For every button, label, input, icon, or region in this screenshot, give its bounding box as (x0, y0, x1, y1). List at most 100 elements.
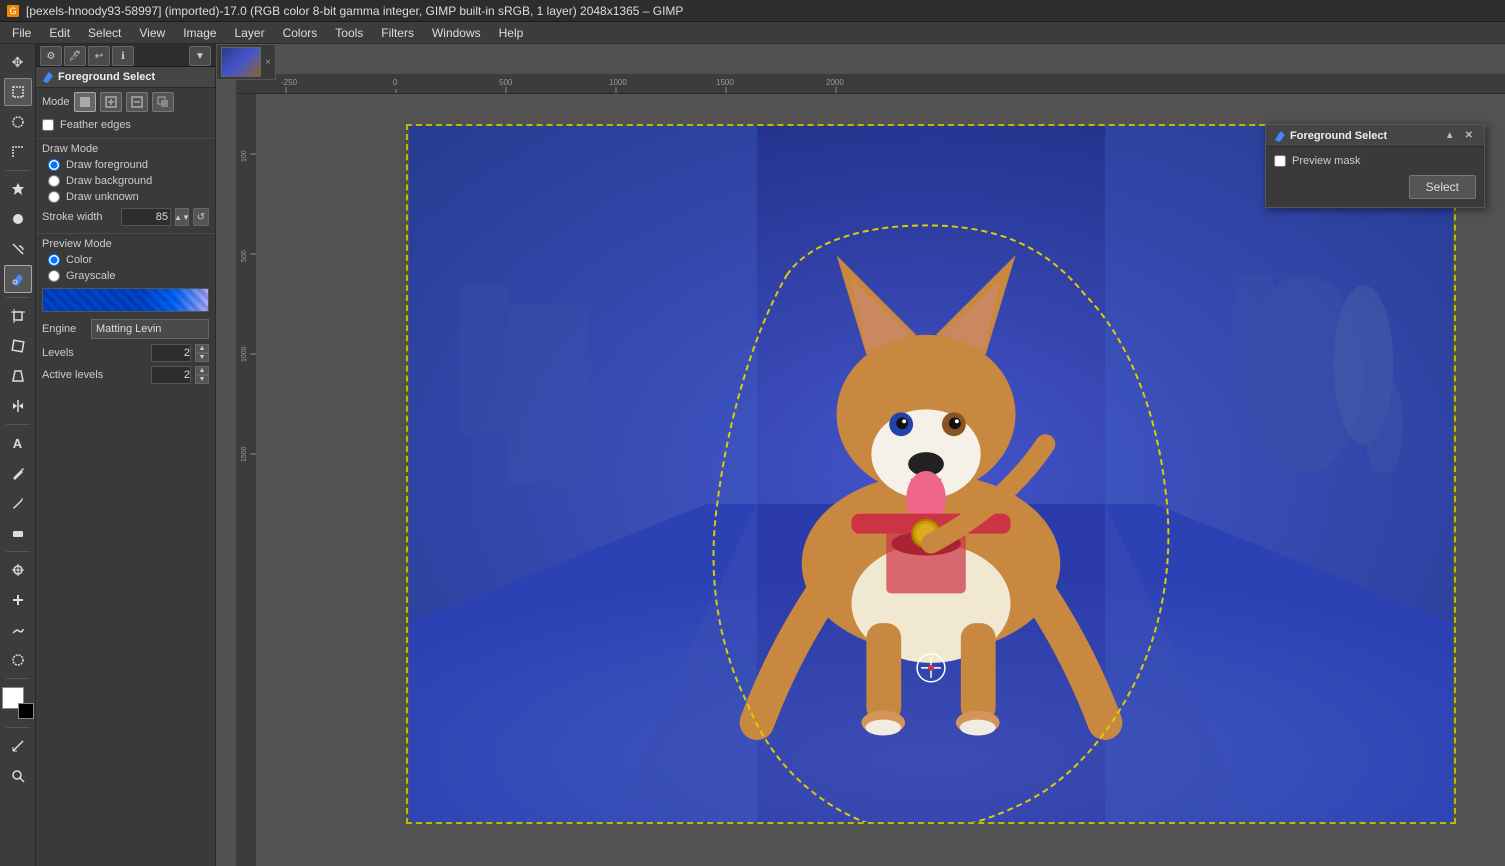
mode-replace-btn[interactable] (74, 92, 96, 112)
select-button[interactable]: Select (1409, 175, 1476, 199)
transform-tool[interactable] (4, 332, 32, 360)
levels-down-btn[interactable]: ▼ (195, 353, 209, 362)
mode-intersect-btn[interactable] (152, 92, 174, 112)
undo-history-icon[interactable]: ↩ (88, 46, 110, 66)
blur-tool[interactable] (4, 646, 32, 674)
canvas-area[interactable]: 100 500 1000 1500 (236, 94, 1505, 866)
draw-unknown-row: Draw unknown (36, 189, 215, 205)
ellipse-select-tool[interactable] (4, 108, 32, 136)
mode-add-btn[interactable] (100, 92, 122, 112)
mode-row: Mode (36, 88, 215, 116)
feather-edges-checkbox[interactable] (42, 119, 54, 131)
svg-text:0: 0 (393, 78, 398, 87)
zoom-tool[interactable] (4, 762, 32, 790)
separator-1 (6, 170, 30, 171)
paint-tool[interactable] (4, 459, 32, 487)
preview-mask-label[interactable]: Preview mask (1292, 155, 1360, 167)
active-levels-down-btn[interactable]: ▼ (195, 375, 209, 384)
move-tool[interactable]: ✥ (4, 48, 32, 76)
device-status-icon[interactable]: 🖊 (64, 46, 86, 66)
preview-color-label[interactable]: Color (66, 254, 92, 266)
active-levels-input[interactable] (151, 366, 191, 384)
menu-edit[interactable]: Edit (41, 24, 78, 42)
smudge-tool[interactable] (4, 616, 32, 644)
mode-subtract-btn[interactable] (126, 92, 148, 112)
draw-background-row: Draw background (36, 173, 215, 189)
rect-select-tool[interactable] (4, 78, 32, 106)
tool-options-icon[interactable]: ⚙ (40, 46, 62, 66)
scissors-select-tool[interactable] (4, 235, 32, 263)
free-select-tool[interactable] (4, 138, 32, 166)
menu-colors[interactable]: Colors (275, 24, 326, 42)
erase-tool[interactable] (4, 519, 32, 547)
draw-unknown-label[interactable]: Draw unknown (66, 191, 139, 203)
active-levels-up-btn[interactable]: ▲ (195, 366, 209, 375)
active-levels-spinner[interactable]: ▲ ▼ (195, 366, 209, 384)
separator-5 (6, 678, 30, 679)
measure-tool[interactable] (4, 732, 32, 760)
preview-strip (42, 288, 209, 312)
fg-select-tool[interactable] (4, 265, 32, 293)
crop-tool[interactable] (4, 302, 32, 330)
fg-panel-close-icon[interactable]: ✕ (1462, 129, 1476, 142)
draw-background-label[interactable]: Draw background (66, 175, 152, 187)
svg-text:500: 500 (241, 250, 248, 262)
pencil-tool[interactable] (4, 489, 32, 517)
preview-color-radio[interactable] (48, 254, 60, 266)
fg-panel-up-icon[interactable]: ▲ (1442, 129, 1458, 142)
stroke-width-spinner[interactable]: ▲▼ (175, 208, 189, 226)
background-color[interactable] (18, 703, 34, 719)
svg-text:1000: 1000 (609, 78, 627, 87)
text-tool[interactable]: A (4, 429, 32, 457)
heal-tool[interactable] (4, 586, 32, 614)
ruler-left-svg: 100 500 1000 1500 (236, 94, 256, 866)
panel-menu-icon[interactable]: ▼ (189, 46, 211, 66)
stroke-width-row: Stroke width ▲▼ ↺ (36, 205, 215, 229)
fg-panel-icon (1274, 130, 1286, 142)
fuzzy-select-tool[interactable] (4, 175, 32, 203)
document-info-icon[interactable]: ℹ (112, 46, 134, 66)
levels-row: Levels ▲ ▼ (36, 342, 215, 364)
ruler-top: -250 0 500 1000 1500 2000 (236, 74, 1505, 94)
menu-image[interactable]: Image (175, 24, 224, 42)
draw-foreground-label[interactable]: Draw foreground (66, 159, 148, 171)
preview-grayscale-label[interactable]: Grayscale (66, 270, 116, 282)
perspective-tool[interactable] (4, 362, 32, 390)
fg-select-panel: Foreground Select ▲ ✕ Preview mask Selec… (1265, 124, 1485, 208)
draw-mode-title: Draw Mode (36, 138, 215, 157)
fg-panel-title: Foreground Select (1290, 130, 1387, 142)
levels-spinner[interactable]: ▲ ▼ (195, 344, 209, 362)
flip-tool[interactable] (4, 392, 32, 420)
fg-panel-header: Foreground Select ▲ ✕ (1266, 125, 1484, 147)
draw-unknown-radio[interactable] (48, 191, 60, 203)
menu-file[interactable]: File (4, 24, 39, 42)
feather-edges-label[interactable]: Feather edges (60, 119, 131, 131)
color-select-tool[interactable] (4, 205, 32, 233)
fg-select-icon (42, 71, 54, 83)
draw-background-radio[interactable] (48, 175, 60, 187)
separator-3 (6, 424, 30, 425)
preview-grayscale-radio[interactable] (48, 270, 60, 282)
stroke-width-input[interactable] (121, 208, 171, 226)
menu-layer[interactable]: Layer (227, 24, 273, 42)
menu-windows[interactable]: Windows (424, 24, 489, 42)
preview-mask-checkbox[interactable] (1274, 155, 1286, 167)
tool-options-panel: ⚙ 🖊 ↩ ℹ ▼ Foreground Select Mode (36, 44, 216, 866)
levels-up-btn[interactable]: ▲ (195, 344, 209, 353)
stroke-width-reset[interactable]: ↺ (193, 208, 209, 226)
color-swatches (2, 687, 34, 719)
clone-tool[interactable] (4, 556, 32, 584)
menu-select[interactable]: Select (80, 24, 129, 42)
canvas-container: × -250 0 500 1000 1500 2 (216, 44, 1505, 866)
menu-view[interactable]: View (131, 24, 173, 42)
thumbnail-close-icon[interactable]: × (265, 57, 271, 68)
engine-select[interactable]: Matting Levin Global Matting (91, 319, 209, 339)
feather-edges-row: Feather edges (36, 116, 215, 134)
draw-foreground-radio[interactable] (48, 159, 60, 171)
menu-help[interactable]: Help (491, 24, 532, 42)
svg-text:2000: 2000 (826, 78, 844, 87)
svg-text:100: 100 (241, 150, 248, 162)
menu-tools[interactable]: Tools (327, 24, 371, 42)
levels-input[interactable] (151, 344, 191, 362)
menu-filters[interactable]: Filters (373, 24, 422, 42)
